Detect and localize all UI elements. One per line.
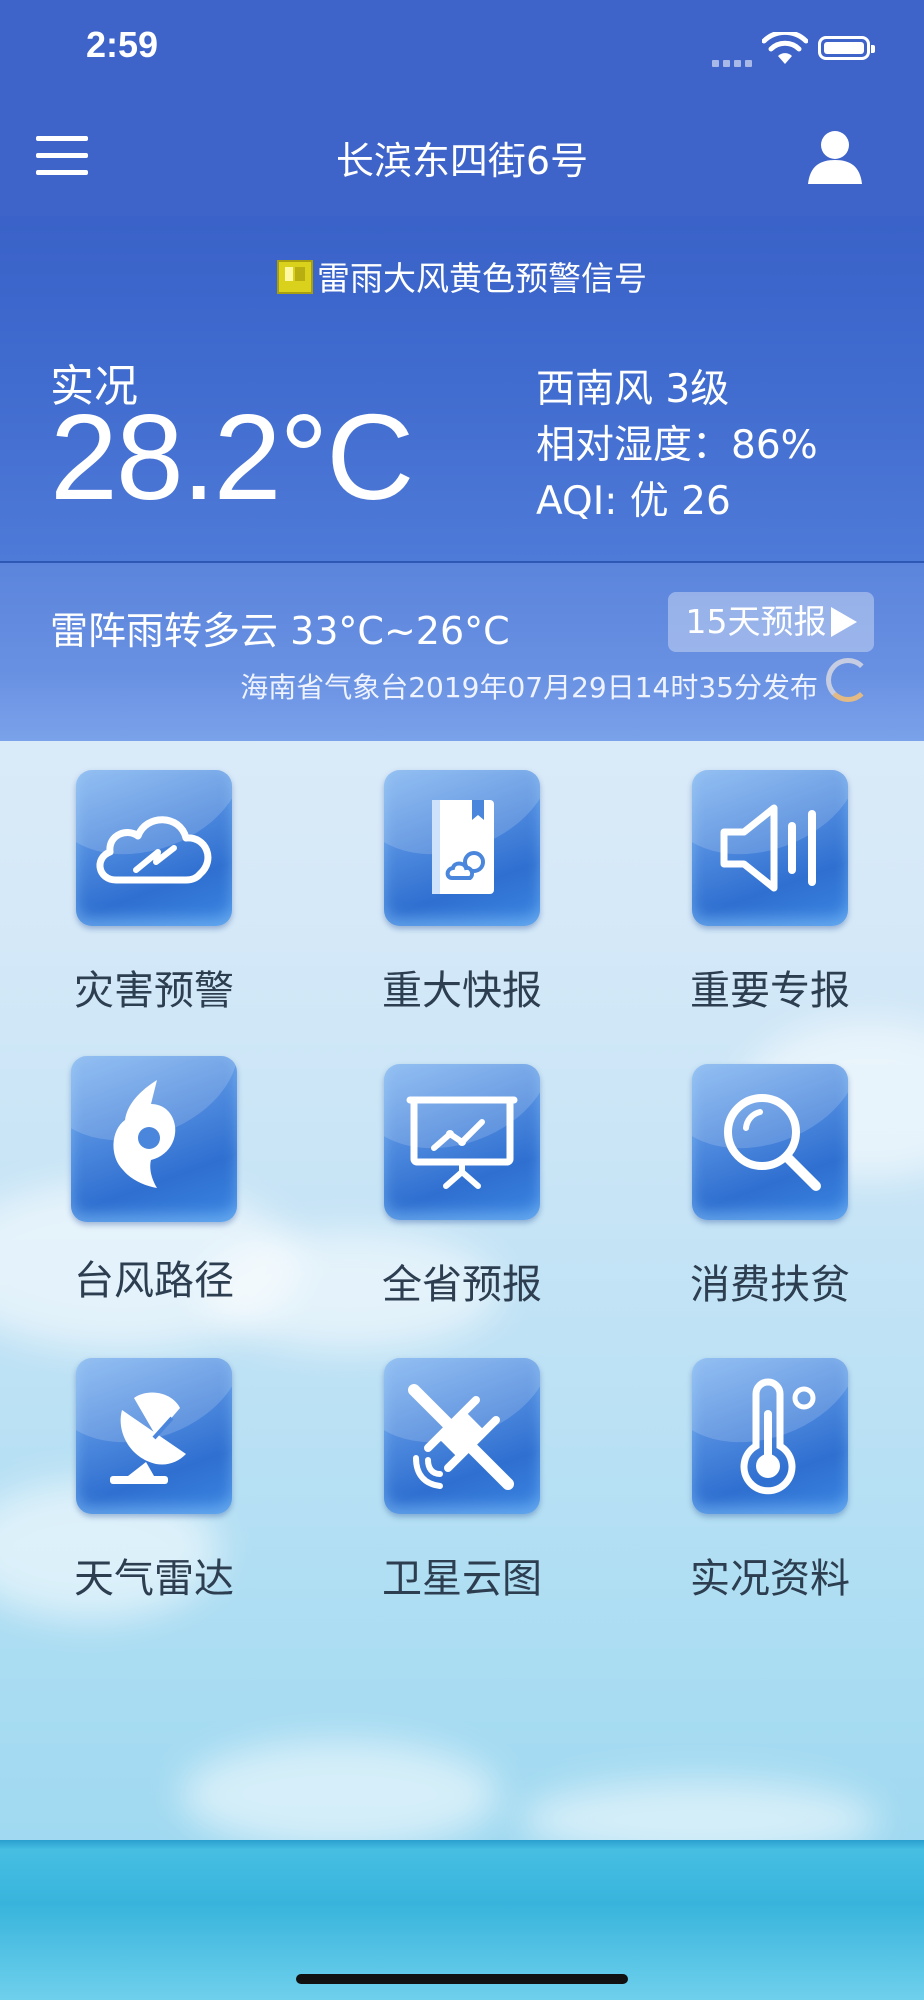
menu-label: 台风路径 — [74, 1258, 234, 1304]
user-icon[interactable] — [806, 128, 864, 186]
menu-item-satellite-imagery[interactable]: 卫星云图 — [332, 1358, 592, 1604]
menu-label: 重大快报 — [382, 968, 542, 1014]
menu-label: 天气雷达 — [74, 1556, 234, 1602]
menu-item-province-forecast[interactable]: 全省预报 — [332, 1064, 592, 1310]
thermometer-icon — [692, 1358, 848, 1514]
search-icon — [692, 1064, 848, 1220]
menu-label: 消费扶贫 — [690, 1262, 850, 1308]
speaker-icon — [692, 770, 848, 926]
forecast-button-label: 15天预报 — [685, 602, 827, 641]
menu-label: 实况资料 — [690, 1556, 850, 1602]
home-indicator[interactable] — [296, 1974, 628, 1984]
menu-item-consumption-poverty-relief[interactable]: 消费扶贫 — [640, 1064, 900, 1310]
status-time: 2:59 — [86, 24, 159, 65]
menu-label: 重要专报 — [690, 968, 850, 1014]
forecast-summary: 雷阵雨转多云 33°C~26°C — [50, 609, 510, 653]
current-temperature: 28.2°C — [50, 389, 414, 525]
background-cloud — [180, 1740, 500, 1850]
location-title[interactable]: 长滨东四街6号 — [0, 130, 924, 185]
app-screen: 2:59 长滨东四街6号 雷雨大风黄色预警信号 实况 28.2°C 西南风 3级… — [0, 0, 924, 2000]
radar-dish-icon — [76, 1358, 232, 1514]
play-arrow-icon — [830, 607, 857, 637]
warning-badge-icon — [277, 259, 313, 294]
wifi-icon — [762, 32, 808, 64]
publish-info: 海南省气象台2019年07月29日14时35分发布 — [240, 671, 818, 704]
menu-item-observation-data[interactable]: 实况资料 — [640, 1358, 900, 1604]
cloud-lightning-icon — [76, 770, 232, 926]
battery-icon — [818, 36, 875, 60]
menu-item-important-report[interactable]: 重要专报 — [640, 770, 900, 1016]
book-weather-icon — [384, 770, 540, 926]
menu-item-disaster-warning[interactable]: 灾害预警 — [24, 770, 284, 1016]
menu-item-major-bulletin[interactable]: 重大快报 — [332, 770, 592, 1016]
menu-item-weather-radar[interactable]: 天气雷达 — [24, 1358, 284, 1604]
15-day-forecast-button[interactable]: 15天预报 — [668, 592, 874, 652]
presentation-chart-icon — [384, 1064, 540, 1220]
menu-item-typhoon-track[interactable]: 台风路径 — [24, 1056, 284, 1306]
menu-label: 全省预报 — [382, 1262, 542, 1308]
warning-text: 雷雨大风黄色预警信号 — [317, 259, 647, 298]
aqi-info: AQI: 优 26 — [536, 479, 731, 524]
typhoon-icon — [71, 1056, 237, 1222]
cellular-signal-icon — [712, 52, 756, 71]
menu-label: 卫星云图 — [382, 1556, 542, 1602]
humidity-info: 相对湿度：86% — [536, 423, 818, 468]
satellite-icon — [384, 1358, 540, 1514]
weather-warning[interactable]: 雷雨大风黄色预警信号 — [0, 252, 924, 300]
wind-info: 西南风 3级 — [536, 367, 730, 412]
menu-label: 灾害预警 — [74, 968, 234, 1014]
refresh-icon[interactable] — [826, 658, 870, 702]
